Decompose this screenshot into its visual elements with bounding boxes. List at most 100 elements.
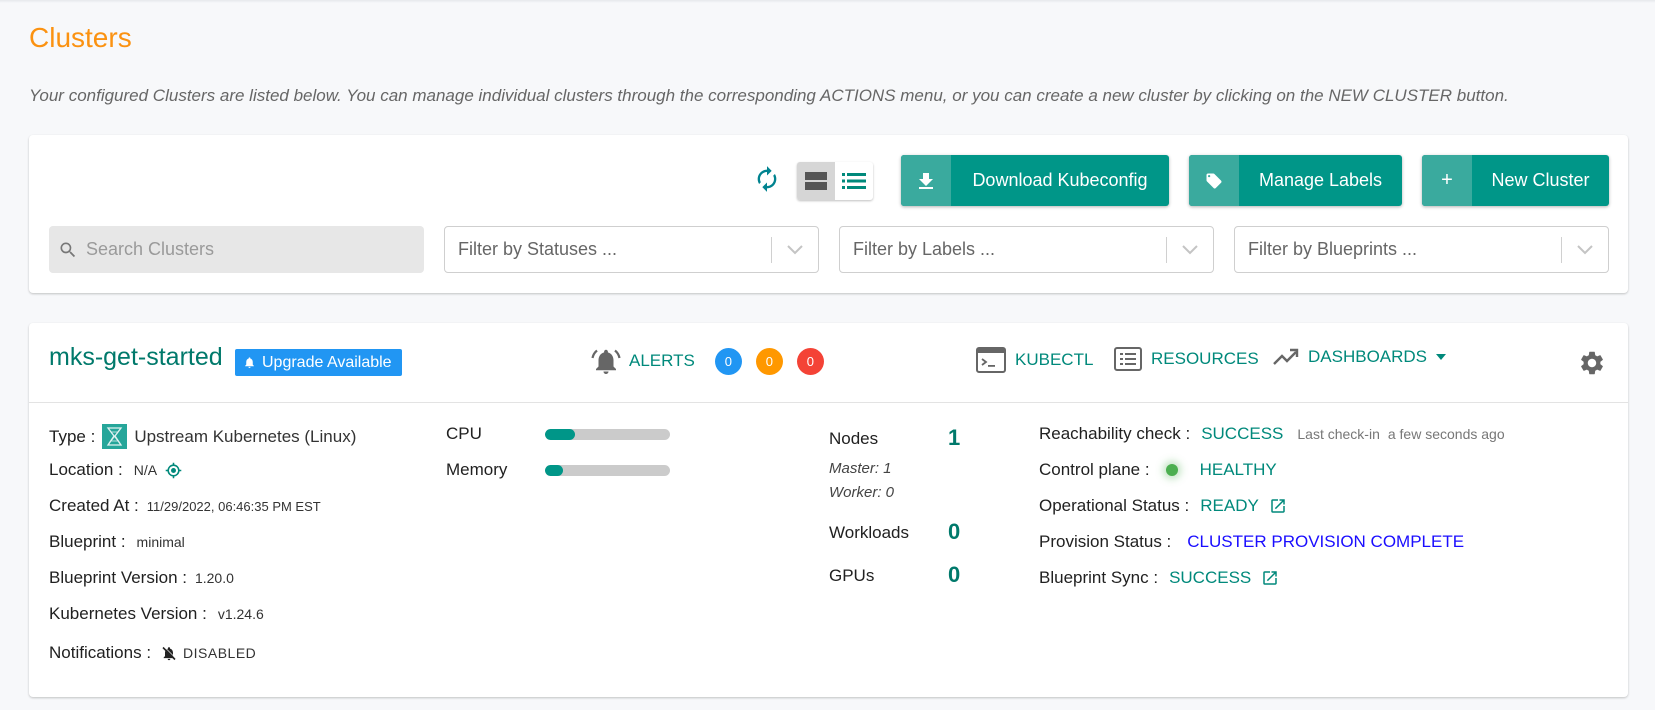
location-value: N/A [133, 462, 158, 478]
created-at-row: Created At : 11/29/2022, 06:46:35 PM EST [49, 496, 321, 516]
filter-labels-placeholder: Filter by Labels ... [853, 239, 996, 259]
alerts-critical-count[interactable]: 0 [796, 347, 824, 375]
dashboards-dropdown[interactable]: DASHBOARDS [1273, 347, 1447, 367]
page-title: Clusters [29, 22, 132, 53]
worker-count: Worker: 0 [829, 484, 895, 501]
kubernetes-logo-icon [102, 424, 128, 449]
alerts-link[interactable]: ALERTS 0 0 0 [591, 347, 824, 375]
resources-link[interactable]: RESOURCES [1114, 347, 1259, 371]
trending-up-icon [1273, 348, 1299, 365]
view-mode-toggle [797, 162, 873, 200]
open-in-new-icon [1263, 571, 1277, 585]
reachability-row: Reachability check : SUCCESS Last check-… [1039, 424, 1505, 444]
nodes-label: Nodes [829, 429, 879, 448]
memory-usage-fill [545, 464, 563, 476]
toolbar-card: Download Kubeconfig Manage Labels + New … [29, 135, 1628, 293]
provision-status-row: Provision Status : CLUSTER PROVISION COM… [1039, 532, 1464, 552]
type-value: Upstream Kubernetes (Linux) [134, 426, 357, 446]
filter-blueprints-select[interactable]: Filter by Blueprints ... [1234, 226, 1609, 273]
search-clusters-field [49, 226, 424, 273]
blueprint-sync-value: SUCCESS [1169, 568, 1252, 587]
download-kubeconfig-label: Download Kubeconfig [972, 170, 1148, 190]
top-edge [0, 0, 1655, 3]
new-cluster-label: New Cluster [1491, 170, 1590, 190]
upgrade-available-badge[interactable]: Upgrade Available [235, 349, 402, 376]
blueprint-sync-open-button[interactable] [1261, 569, 1279, 587]
blueprint-value: minimal [136, 534, 185, 550]
alerts-info-count[interactable]: 0 [714, 347, 742, 375]
manage-labels-button[interactable]: Manage Labels [1189, 155, 1402, 206]
filter-statuses-select[interactable]: Filter by Statuses ... [444, 226, 819, 273]
control-plane-value: HEALTHY [1199, 460, 1277, 479]
cpu-label: CPU [446, 424, 482, 443]
bell-icon [245, 357, 254, 368]
cpu-usage-bar [545, 428, 670, 440]
kubectl-link[interactable]: KUBECTL [976, 347, 1093, 373]
memory-label: Memory [446, 460, 508, 479]
refresh-button[interactable] [753, 165, 781, 193]
reachability-label: Reachability check : [1039, 424, 1191, 443]
master-count: Master: 1 [829, 460, 892, 477]
control-plane-row: Control plane : HEALTHY [1039, 460, 1277, 480]
blueprint-sync-label: Blueprint Sync : [1039, 568, 1159, 587]
tag-icon [1206, 173, 1222, 188]
alarm-bell-icon [591, 349, 621, 374]
card-view-icon [805, 172, 827, 190]
type-row: Type : Upstream Kubernetes (Linux) [49, 424, 356, 449]
notifications-value: DISABLED [183, 645, 257, 661]
filter-statuses-placeholder: Filter by Statuses ... [458, 239, 618, 259]
chevron-down-icon [1182, 244, 1198, 254]
alerts-warning-count[interactable]: 0 [755, 347, 783, 375]
created-at-label: Created At : [49, 496, 139, 515]
kubernetes-version-label: Kubernetes Version : [49, 604, 207, 623]
cluster-name-link[interactable]: mks-get-started [49, 343, 223, 372]
card-view-button[interactable] [797, 162, 835, 200]
cpu-row: CPU [446, 424, 670, 444]
page-description: Your configured Clusters are listed belo… [29, 86, 1509, 105]
gpus-count: 0 [948, 562, 961, 587]
gpus-label: GPUs [829, 566, 875, 585]
download-icon [919, 172, 933, 189]
workloads-count: 0 [948, 519, 961, 544]
refresh-icon [757, 166, 777, 192]
memory-usage-bar [545, 464, 670, 476]
reachability-value: SUCCESS [1201, 424, 1284, 443]
kubernetes-version-value: v1.24.6 [217, 606, 264, 622]
filter-blueprints-placeholder: Filter by Blueprints ... [1248, 239, 1418, 259]
chevron-down-icon [1577, 244, 1593, 254]
list-view-icon [842, 173, 866, 189]
cpu-usage-fill [545, 428, 575, 440]
blueprint-sync-row: Blueprint Sync : SUCCESS [1039, 568, 1279, 588]
kubectl-label: KUBECTL [1015, 350, 1094, 369]
nodes-count: 1 [948, 425, 961, 450]
healthy-status-dot [1165, 464, 1178, 476]
notifications-label: Notifications : [49, 643, 152, 662]
last-checkin-value: a few seconds ago [1387, 426, 1505, 442]
kubernetes-version-row: Kubernetes Version : v1.24.6 [49, 604, 264, 624]
provision-status-value[interactable]: CLUSTER PROVISION COMPLETE [1187, 532, 1464, 552]
search-icon [60, 242, 76, 257]
operational-status-row: Operational Status : READY [1039, 496, 1287, 516]
memory-row: Memory [446, 460, 670, 480]
download-kubeconfig-button[interactable]: Download Kubeconfig [901, 155, 1169, 206]
upgrade-available-label: Upgrade Available [262, 353, 392, 371]
control-plane-label: Control plane : [1039, 460, 1150, 479]
new-cluster-button[interactable]: + New Cluster [1422, 155, 1609, 206]
filter-labels-select[interactable]: Filter by Labels ... [839, 226, 1214, 273]
cluster-card: mks-get-started Upgrade Available ALERTS… [29, 323, 1628, 697]
cluster-settings-button[interactable] [1578, 349, 1606, 382]
workloads-label: Workloads [829, 523, 909, 542]
operational-status-label: Operational Status : [1039, 496, 1190, 515]
location-row: Location : N/A [49, 460, 182, 480]
search-clusters-input[interactable] [86, 239, 406, 260]
list-view-button[interactable] [835, 162, 873, 200]
notifications-off-icon [162, 645, 177, 660]
alerts-label: ALERTS [629, 351, 695, 370]
operational-status-value: READY [1200, 496, 1259, 515]
last-checkin-label: Last check-in [1297, 426, 1380, 442]
locate-icon[interactable] [165, 462, 182, 479]
terminal-icon [976, 347, 1006, 373]
type-label: Type : [49, 426, 96, 446]
operational-status-open-button[interactable] [1269, 497, 1287, 515]
blueprint-version-row: Blueprint Version : 1.20.0 [49, 568, 234, 588]
